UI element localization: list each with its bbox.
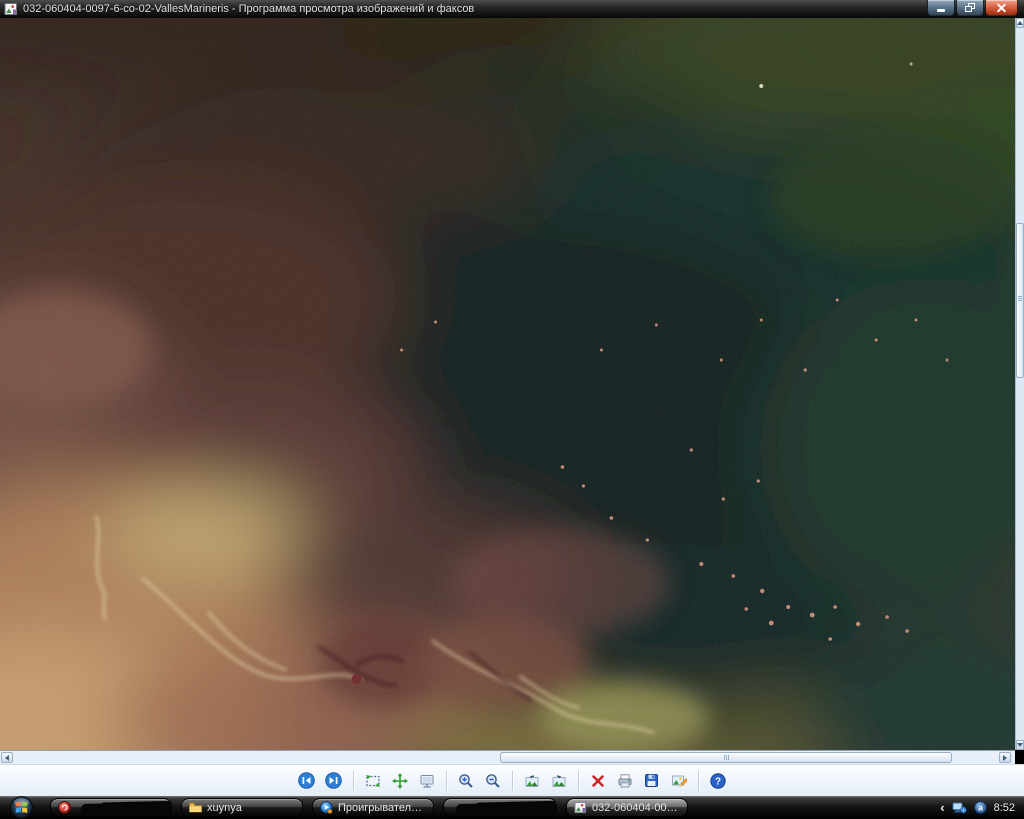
scroll-down-button[interactable] xyxy=(1016,740,1024,750)
image-viewport xyxy=(0,18,1015,750)
arrow-left-icon xyxy=(5,755,9,761)
system-tray: ‹ a 8:52 xyxy=(940,801,1024,814)
print-icon xyxy=(617,773,633,789)
horizontal-scrollbar-thumb[interactable] xyxy=(500,752,952,763)
copy-to-button[interactable] xyxy=(640,769,664,793)
taskbar-clock[interactable]: 8:52 xyxy=(994,802,1015,814)
scroll-left-button[interactable] xyxy=(1,752,13,763)
rotate-clockwise-button[interactable] xyxy=(547,769,571,793)
picture-viewer-icon xyxy=(574,801,587,814)
edit-button[interactable] xyxy=(667,769,691,793)
task-label: xuynya xyxy=(207,802,242,814)
toolbar-separator xyxy=(512,771,513,791)
restore-icon xyxy=(965,3,975,12)
toolbar-separator xyxy=(353,771,354,791)
screen: 032-060404-0097-6-co-02-VallesMarineris … xyxy=(0,0,1024,819)
thumb-grip-icon xyxy=(1018,296,1022,297)
slideshow-button[interactable] xyxy=(415,769,439,793)
vertical-scrollbar[interactable] xyxy=(1015,18,1024,750)
svg-text:?: ? xyxy=(714,776,720,787)
close-button[interactable] xyxy=(985,0,1018,16)
minimize-icon xyxy=(937,9,945,12)
red-app-icon xyxy=(58,801,71,814)
save-icon xyxy=(644,773,659,788)
vertical-scrollbar-thumb[interactable] xyxy=(1016,223,1024,378)
delete-icon xyxy=(591,774,605,788)
close-icon xyxy=(996,2,1007,13)
rotate-counterclockwise-button[interactable] xyxy=(520,769,544,793)
zoom-out-icon xyxy=(485,773,501,789)
media-player-icon xyxy=(320,801,333,814)
scroll-right-button[interactable] xyxy=(999,752,1011,763)
taskbar-item-picture-viewer[interactable]: 032-060404-0097-6-c... xyxy=(566,798,688,817)
arrow-up-icon xyxy=(1017,21,1023,25)
print-button[interactable] xyxy=(613,769,637,793)
help-button[interactable]: ? xyxy=(706,769,730,793)
best-fit-icon xyxy=(365,773,381,789)
zoom-out-button[interactable] xyxy=(481,769,505,793)
zoom-in-icon xyxy=(458,773,474,789)
task-label: 032-060404-0097-6-c... xyxy=(592,802,680,814)
rotate-clockwise-icon xyxy=(551,773,567,789)
next-image-icon xyxy=(325,772,342,789)
slideshow-icon xyxy=(419,773,435,789)
minimize-button[interactable] xyxy=(927,0,955,16)
actual-size-icon xyxy=(392,773,408,789)
best-fit-button[interactable] xyxy=(361,769,385,793)
actual-size-button[interactable] xyxy=(388,769,412,793)
language-a-icon[interactable]: a xyxy=(974,801,987,814)
thumb-grip-icon xyxy=(726,755,727,760)
horizontal-scrollbar[interactable] xyxy=(0,750,1015,764)
titlebar: 032-060404-0097-6-co-02-VallesMarineris … xyxy=(0,0,1024,18)
network-icon[interactable] xyxy=(952,802,967,814)
help-icon: ? xyxy=(710,773,726,789)
mars-valles-marineris-image xyxy=(0,18,1015,750)
window-controls xyxy=(927,0,1018,16)
window-title: 032-060404-0097-6-co-02-VallesMarineris … xyxy=(23,0,474,18)
zoom-in-button[interactable] xyxy=(454,769,478,793)
taskbar-item-redacted-1[interactable] xyxy=(50,798,172,817)
svg-text:a: a xyxy=(978,803,983,813)
delete-button[interactable] xyxy=(586,769,610,793)
task-label: Проигрыватель Wind... xyxy=(338,802,426,814)
previous-image-icon xyxy=(298,772,315,789)
restore-button[interactable] xyxy=(956,0,984,16)
viewer-toolbar: ? xyxy=(0,764,1024,796)
rotate-counterclockwise-icon xyxy=(524,773,540,789)
start-button[interactable] xyxy=(10,796,33,819)
taskbar-item-media-player[interactable]: Проигрыватель Wind... xyxy=(312,798,434,817)
folder-icon xyxy=(189,802,202,813)
windows-logo-icon xyxy=(10,796,33,819)
censor-scribble xyxy=(456,801,552,813)
arrow-down-icon xyxy=(1017,743,1023,747)
toolbar-separator xyxy=(446,771,447,791)
arrow-right-icon xyxy=(1003,755,1007,761)
scroll-up-button[interactable] xyxy=(1016,18,1024,28)
next-image-button[interactable] xyxy=(322,769,346,793)
edit-image-icon xyxy=(671,773,687,789)
toolbar-separator xyxy=(578,771,579,791)
taskbar-item-redacted-2[interactable] xyxy=(443,798,557,817)
tray-expand-chevron-icon[interactable]: ‹ xyxy=(940,801,944,814)
taskbar-item-folder-xuynya[interactable]: xuynya xyxy=(181,798,303,817)
censor-scribble xyxy=(81,801,165,813)
toolbar-separator xyxy=(698,771,699,791)
taskbar: xuynya Проигрыватель Wind... xyxy=(0,796,1024,819)
picture-viewer-app-icon xyxy=(4,2,18,16)
previous-image-button[interactable] xyxy=(295,769,319,793)
